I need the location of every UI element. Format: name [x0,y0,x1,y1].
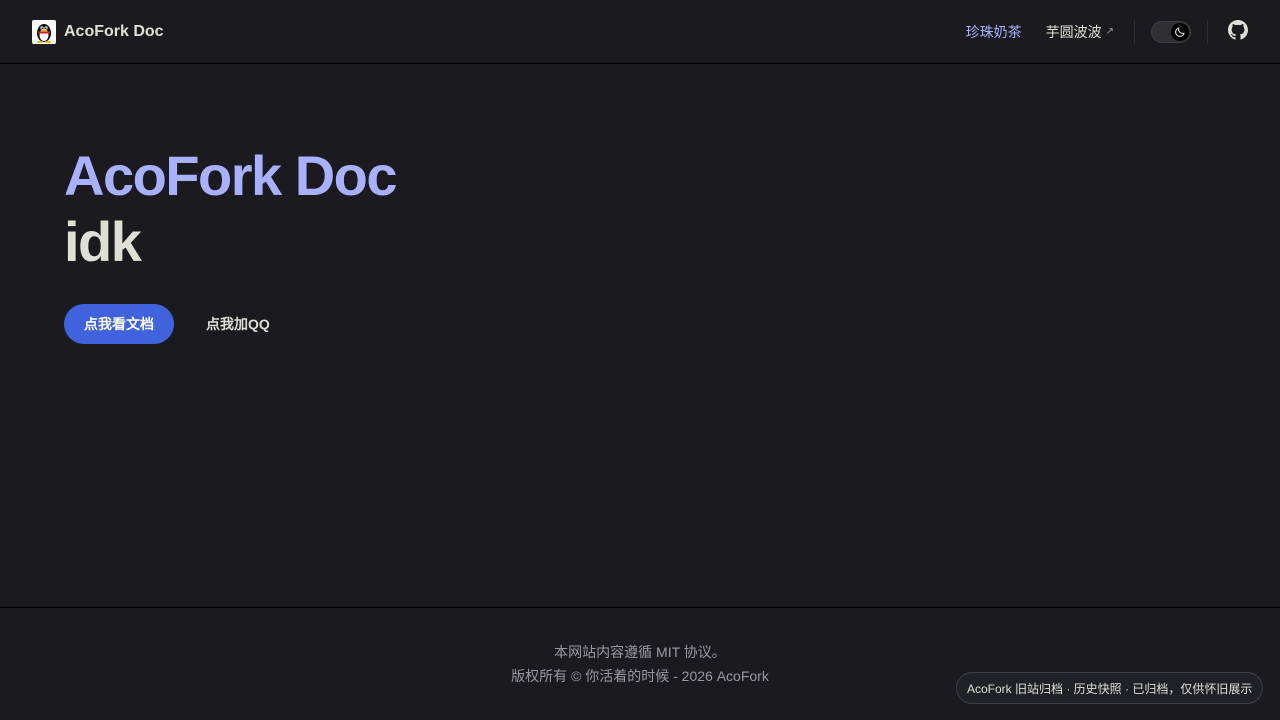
navbar: AcoFork Doc 珍珠奶茶 芋圆波波 ↗ [0,0,1280,64]
nav-link-taro-boba[interactable]: 芋圆波波 ↗ [1034,0,1126,64]
nav-link-pearl-milk-tea[interactable]: 珍珠奶茶 [954,0,1034,64]
brand-title: AcoFork Doc [64,23,164,40]
github-link[interactable] [1220,14,1256,50]
penguin-logo-icon [32,20,56,44]
archive-badge: AcoFork 旧站归档 · 历史快照 · 已归档，仅供怀旧展示 [956,672,1264,704]
brand-link[interactable]: AcoFork Doc [32,20,164,44]
footer-message: 本网站内容遵循 MIT 协议。 [554,644,726,660]
nav-links: 珍珠奶茶 芋圆波波 ↗ [954,0,1280,64]
moon-icon [1171,23,1189,41]
nav-link-label: 芋圆波波 [1045,24,1102,40]
nav-divider [1207,20,1208,44]
hero-tagline: idk [64,210,142,273]
hero-actions: 点我看文档 点我加QQ [64,304,290,344]
theme-toggle-switch[interactable] [1151,21,1191,43]
add-qq-button[interactable]: 点我加QQ [186,304,290,344]
nav-link-label: 珍珠奶茶 [965,24,1022,40]
github-icon [1228,19,1248,45]
nav-divider [1134,20,1135,44]
external-link-icon: ↗ [1105,26,1114,37]
view-docs-button[interactable]: 点我看文档 [64,304,174,344]
page: AcoFork Doc 珍珠奶茶 芋圆波波 ↗ AcoFork Doc idk … [0,0,1280,720]
hero-name: AcoFork Doc [64,144,398,207]
